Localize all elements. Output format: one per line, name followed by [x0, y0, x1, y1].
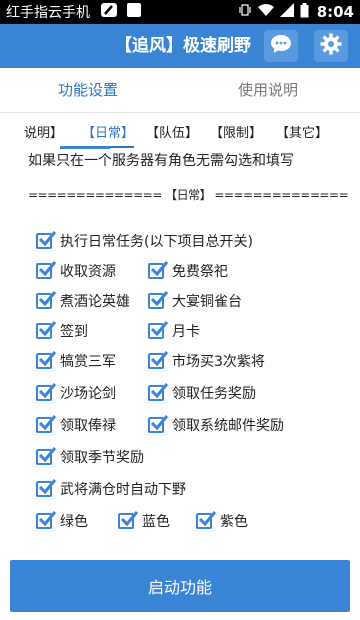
subtab-instructions[interactable]: 说明】 — [24, 122, 63, 146]
checkbox-label: 市场买3次紫将 — [172, 354, 265, 370]
checkbox-free-sacrifice[interactable]: 免费祭祀 — [148, 260, 228, 282]
subtab-team[interactable]: 【队伍】 — [146, 122, 198, 146]
checkbox-label: 蓝色 — [142, 514, 170, 530]
server-note: 如果只在一个服务器有角色无需勾选和填写 — [28, 153, 294, 169]
battery-icon — [300, 2, 309, 22]
check-icon — [118, 511, 139, 529]
sub-tabs: 说明】 【日常】 【队伍】 【限制】 【其它】 — [0, 122, 360, 148]
checkbox-monthly-card[interactable]: 月卡 — [148, 320, 200, 342]
check-icon — [148, 383, 169, 401]
carrier-label: 红手指云手机 — [6, 5, 90, 21]
checkbox-green[interactable]: 绿色 — [36, 510, 88, 532]
start-function-button[interactable]: 启动功能 — [10, 560, 350, 612]
checkbox-label: 大宴铜雀台 — [172, 294, 242, 310]
checkbox-label: 收取资源 — [60, 264, 116, 280]
check-icon — [36, 351, 57, 369]
check-icon — [36, 447, 57, 465]
check-icon — [36, 291, 57, 309]
checkbox-reward-army[interactable]: 犒赏三军 — [36, 350, 116, 372]
checkbox-label: 犒赏三军 — [60, 354, 116, 370]
vibrate-icon — [238, 3, 252, 21]
checkbox-collect-resources[interactable]: 收取资源 — [36, 260, 116, 282]
main-tabs: 功能设置 使用说明 — [0, 68, 360, 113]
check-icon — [148, 415, 169, 433]
check-icon — [36, 261, 57, 279]
subtab-daily[interactable]: 【日常】 — [82, 122, 135, 148]
app-title: 【追风】极速刷野 — [115, 36, 251, 56]
checkbox-label: 领取俸禄 — [60, 418, 116, 434]
check-icon — [148, 321, 169, 339]
checkbox-market-purple[interactable]: 市场买3次紫将 — [148, 350, 265, 372]
checkbox-arena[interactable]: 沙场论剑 — [36, 382, 116, 404]
app-bar: 【追风】极速刷野 — [0, 24, 360, 68]
checkbox-label: 免费祭祀 — [172, 264, 228, 280]
tab-usage-instructions[interactable]: 使用说明 — [238, 68, 298, 112]
checkbox-label: 煮酒论英雄 — [60, 294, 130, 310]
checkbox-daily-tasks[interactable]: 执行日常任务(以下项目总开关) — [36, 230, 253, 252]
checkbox-label: 武将满仓时自动下野 — [60, 482, 186, 498]
check-icon — [196, 511, 217, 529]
subtab-limit[interactable]: 【限制】 — [210, 122, 262, 146]
checkbox-sign-in[interactable]: 签到 — [36, 320, 88, 342]
checkbox-salary[interactable]: 领取俸禄 — [36, 414, 116, 436]
gear-icon — [320, 33, 342, 59]
signal-icon — [279, 3, 294, 21]
settings-button[interactable] — [314, 30, 348, 62]
subtab-other[interactable]: 【其它】 — [276, 122, 328, 146]
wifi-icon — [257, 3, 274, 21]
chat-bubble-icon — [270, 34, 292, 58]
checkbox-label: 执行日常任务(以下项目总开关) — [60, 234, 253, 250]
checkbox-mail-rewards[interactable]: 领取系统邮件奖励 — [148, 414, 284, 436]
clock: 8:04 — [316, 3, 354, 21]
check-icon — [36, 383, 57, 401]
checkbox-label: 沙场论剑 — [60, 386, 116, 402]
checkbox-task-rewards[interactable]: 领取任务奖励 — [148, 382, 256, 404]
checkbox-label: 月卡 — [172, 324, 200, 340]
check-icon — [148, 291, 169, 309]
tab-function-settings[interactable]: 功能设置 — [58, 68, 118, 112]
checkbox-label: 领取季节奖励 — [60, 450, 144, 466]
checkbox-wine-heroes[interactable]: 煮酒论英雄 — [36, 290, 130, 312]
checkbox-season-rewards[interactable]: 领取季节奖励 — [36, 446, 144, 468]
check-icon — [36, 231, 57, 249]
checkbox-label: 紫色 — [220, 514, 248, 530]
check-icon — [36, 511, 57, 529]
check-icon — [148, 351, 169, 369]
checkbox-label: 领取任务奖励 — [172, 386, 256, 402]
check-icon — [36, 321, 57, 339]
check-icon — [36, 479, 57, 497]
chat-button[interactable] — [264, 30, 298, 62]
square-notification-icon — [126, 2, 142, 22]
check-icon — [36, 415, 57, 433]
checkbox-label: 签到 — [60, 324, 88, 340]
checkbox-label: 绿色 — [60, 514, 88, 530]
checkbox-auto-dismiss[interactable]: 武将满仓时自动下野 — [36, 478, 186, 500]
check-icon — [148, 261, 169, 279]
checkbox-purple[interactable]: 紫色 — [196, 510, 248, 532]
section-divider: ============== 【日常】 ============== — [28, 188, 349, 202]
checkbox-banquet[interactable]: 大宴铜雀台 — [148, 290, 242, 312]
checkbox-label: 领取系统邮件奖励 — [172, 418, 284, 434]
app-notification-icon — [100, 2, 118, 22]
status-bar: 红手指云手机 8:04 — [0, 0, 360, 24]
checkbox-blue[interactable]: 蓝色 — [118, 510, 170, 532]
